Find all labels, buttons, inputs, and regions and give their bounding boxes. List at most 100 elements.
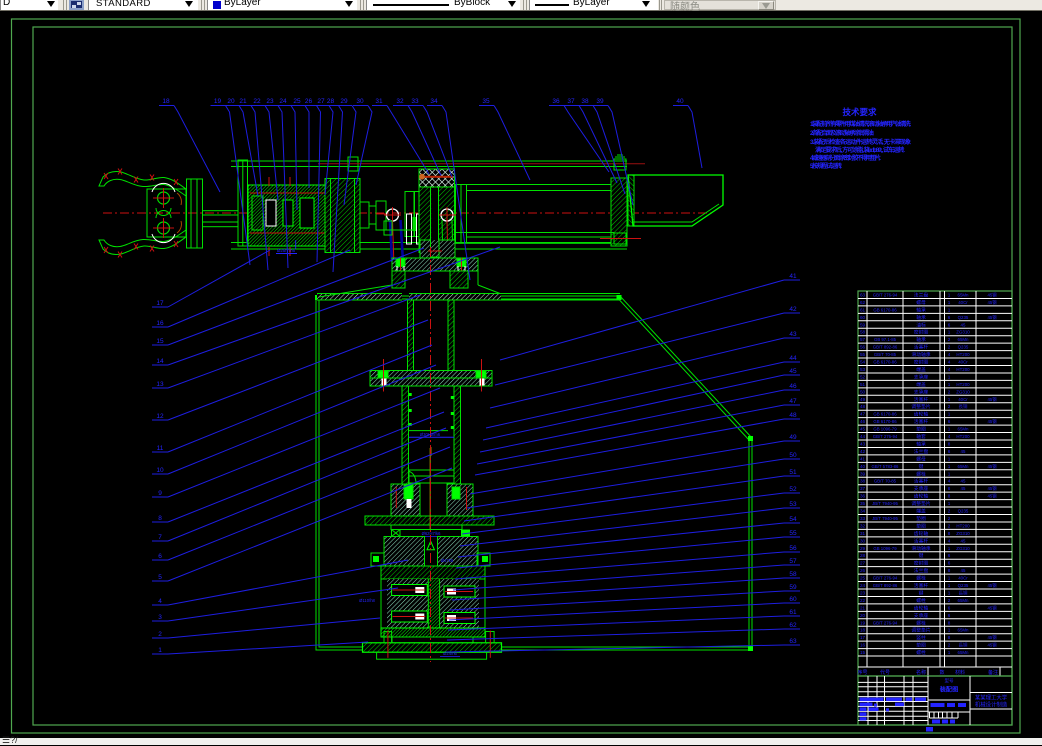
- svg-text:45: 45: [961, 568, 966, 573]
- svg-text:HT200: HT200: [956, 382, 970, 387]
- svg-text:6: 6: [948, 419, 951, 424]
- svg-text:28: 28: [327, 98, 335, 105]
- svg-text:23: 23: [266, 98, 274, 105]
- svg-text:41: 41: [860, 456, 866, 461]
- svg-text:8: 8: [948, 635, 951, 640]
- svg-text:齿轮轴: 齿轮轴: [914, 530, 929, 537]
- svg-text:轴承: 轴承: [916, 440, 926, 447]
- svg-text:支承座: 支承座: [914, 388, 929, 395]
- svg-text:25: 25: [860, 576, 866, 581]
- svg-text:15: 15: [156, 338, 164, 345]
- svg-text:1: 1: [948, 650, 951, 655]
- svg-text:活塞杆: 活塞杆: [914, 396, 929, 403]
- svg-text:4: 4: [948, 479, 951, 484]
- svg-text:GB/T 276-94: GB/T 276-94: [873, 576, 898, 581]
- svg-text:2: 2: [948, 345, 951, 350]
- svg-text:60: 60: [789, 596, 797, 603]
- svg-text:HT200: HT200: [956, 434, 970, 439]
- svg-text:法兰盘: 法兰盘: [914, 448, 929, 455]
- svg-text:2: 2: [948, 337, 951, 342]
- svg-text:滑动轴承: 滑动轴承: [911, 545, 930, 552]
- svg-text:43: 43: [789, 331, 797, 338]
- svg-text:57: 57: [789, 558, 797, 565]
- svg-text:35: 35: [482, 98, 490, 105]
- svg-text:Ø110/h8: Ø110/h8: [359, 598, 375, 603]
- svg-text:Ø62H7/k6: Ø62H7/k6: [422, 531, 442, 536]
- svg-text:螺母: 螺母: [916, 299, 926, 306]
- svg-text:6: 6: [948, 322, 951, 327]
- svg-text:45钢: 45钢: [987, 463, 996, 470]
- svg-text:長铜: 長铜: [959, 642, 968, 649]
- svg-text:序号: 序号: [857, 669, 867, 676]
- svg-text:2: 2: [948, 598, 951, 603]
- svg-text:48: 48: [789, 412, 797, 419]
- svg-text:GB/T 892-86: GB/T 892-86: [873, 345, 898, 350]
- svg-text:1: 1: [948, 427, 951, 432]
- svg-text:4: 4: [948, 538, 951, 543]
- svg-text:32: 32: [396, 98, 404, 105]
- svg-text:6: 6: [948, 553, 951, 558]
- svg-text:47: 47: [789, 398, 797, 405]
- svg-text:65Mn: 65Mn: [958, 650, 970, 655]
- svg-text:1: 1: [948, 546, 951, 551]
- svg-text:19: 19: [214, 98, 222, 105]
- svg-text:6: 6: [948, 449, 951, 454]
- svg-text:63: 63: [860, 292, 866, 297]
- svg-text:21: 21: [860, 605, 866, 610]
- svg-text:1: 1: [948, 374, 951, 379]
- svg-text:28: 28: [860, 553, 866, 558]
- svg-text:65Mn: 65Mn: [958, 427, 970, 432]
- svg-text:45: 45: [961, 322, 966, 327]
- svg-text:轴承: 轴承: [916, 306, 926, 313]
- svg-text:1: 1: [948, 464, 951, 469]
- svg-text:4.减速器剖分面涂密封胶不得用垫片.: 4.减速器剖分面涂密封胶不得用垫片.: [810, 154, 881, 162]
- svg-text:51: 51: [860, 382, 866, 387]
- svg-text:58: 58: [789, 571, 797, 578]
- svg-text:39: 39: [860, 471, 866, 476]
- svg-text:18: 18: [860, 628, 866, 633]
- svg-text:6: 6: [948, 315, 951, 320]
- svg-text:40Cr: 40Cr: [958, 300, 968, 305]
- svg-text:密封圈: 密封圈: [914, 359, 929, 366]
- svg-text:1: 1: [948, 382, 951, 387]
- svg-text:2: 2: [948, 509, 951, 514]
- svg-text:5.按规程试运转.: 5.按规程试运转.: [810, 162, 843, 170]
- svg-text:齿轮轴: 齿轮轴: [914, 411, 929, 418]
- svg-text:50: 50: [789, 452, 797, 459]
- svg-text:6: 6: [948, 613, 951, 618]
- svg-text:JB/T 7940-95: JB/T 7940-95: [872, 501, 898, 506]
- svg-text:45钢: 45钢: [987, 582, 996, 589]
- svg-text:GB/T 892-86: GB/T 892-86: [873, 583, 898, 588]
- svg-text:49: 49: [789, 434, 797, 441]
- svg-text:45: 45: [961, 486, 966, 491]
- svg-text:HT200: HT200: [956, 367, 970, 372]
- svg-text:26: 26: [305, 98, 313, 105]
- svg-text:16: 16: [860, 643, 866, 648]
- svg-text:長铜: 長铜: [959, 589, 968, 596]
- svg-text:48: 48: [860, 404, 866, 409]
- svg-text:15: 15: [860, 650, 866, 655]
- svg-text:GB/T 276-94: GB/T 276-94: [873, 434, 898, 439]
- svg-text:31: 31: [375, 98, 383, 105]
- svg-text:滑动轴承: 滑动轴承: [911, 351, 930, 358]
- svg-text:45钢: 45钢: [987, 396, 996, 403]
- svg-text:43: 43: [860, 441, 866, 446]
- svg-text:调整垫片: 调整垫片: [911, 500, 930, 507]
- svg-text:22: 22: [253, 98, 261, 105]
- svg-text:61: 61: [860, 307, 866, 312]
- svg-text:58: 58: [860, 330, 866, 335]
- svg-text:36: 36: [552, 98, 560, 105]
- svg-text:1: 1: [948, 330, 951, 335]
- svg-text:24: 24: [860, 583, 866, 588]
- svg-text:18: 18: [162, 98, 170, 105]
- svg-text:53: 53: [789, 501, 797, 508]
- svg-text:38: 38: [860, 479, 866, 484]
- svg-text:1: 1: [948, 590, 951, 595]
- svg-text:47: 47: [860, 412, 866, 417]
- svg-text:42: 42: [789, 306, 797, 313]
- svg-text:37: 37: [860, 486, 866, 491]
- svg-text:Q235: Q235: [958, 345, 969, 350]
- svg-text:34: 34: [430, 98, 438, 105]
- svg-text:垫圈: 垫圈: [916, 522, 926, 529]
- svg-text:54: 54: [789, 516, 797, 523]
